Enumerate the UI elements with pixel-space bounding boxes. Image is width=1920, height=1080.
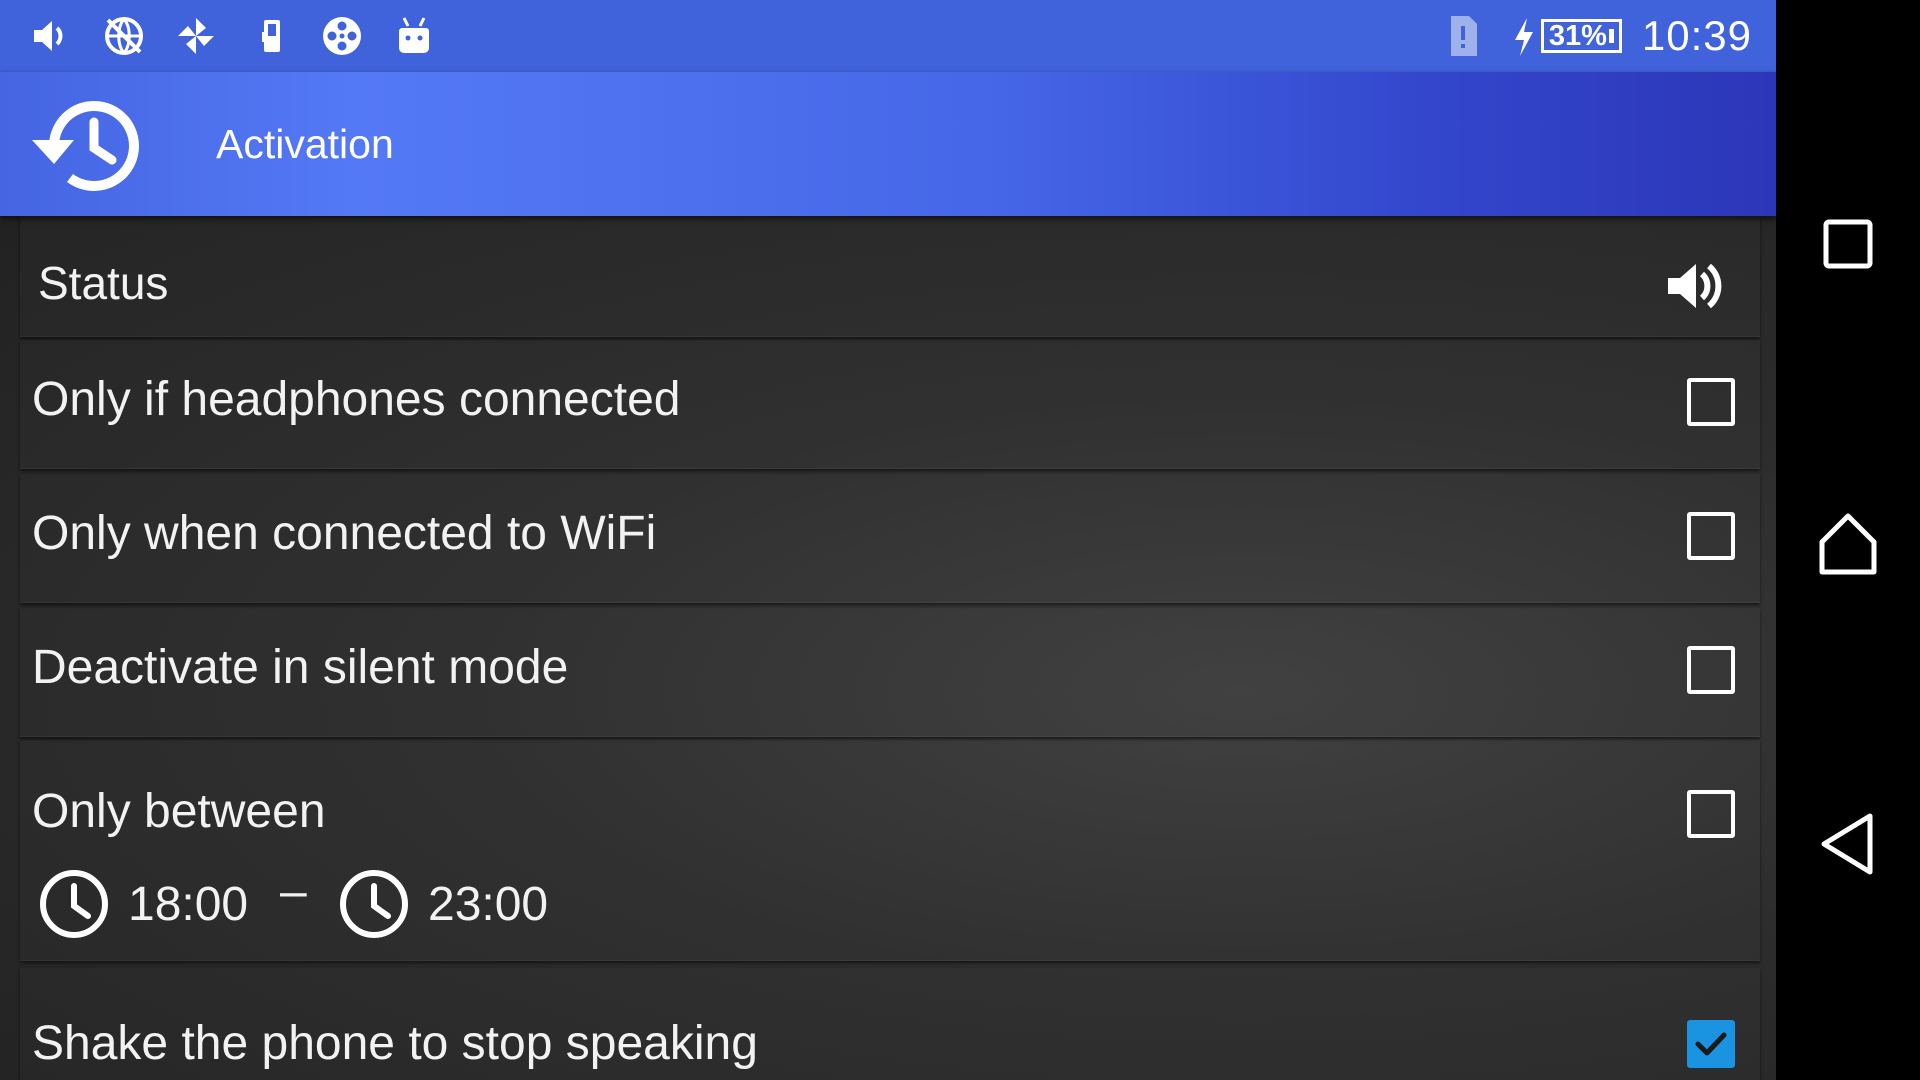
charging-bolt-icon bbox=[1509, 12, 1537, 60]
headphones-checkbox[interactable] bbox=[1687, 378, 1735, 426]
end-time-picker[interactable]: 23:00 bbox=[338, 868, 548, 940]
option-label: Shake the phone to stop speaking bbox=[32, 1017, 758, 1070]
silent-mode-checkbox[interactable] bbox=[1687, 646, 1735, 694]
phone-battery-icon bbox=[248, 12, 296, 60]
list-item-headphones[interactable]: Only if headphones connected bbox=[20, 340, 1760, 469]
clock-icon bbox=[338, 868, 410, 940]
option-label: Only when connected to WiFi bbox=[32, 507, 657, 560]
sim-alert-icon bbox=[1439, 12, 1487, 60]
option-label: Only between bbox=[32, 785, 326, 838]
battery-percent: 31% bbox=[1548, 19, 1607, 52]
only-between-checkbox[interactable] bbox=[1687, 790, 1735, 838]
battery-indicator: 31% bbox=[1540, 19, 1622, 53]
android-icon bbox=[390, 12, 438, 60]
list-item-wifi[interactable]: Only when connected to WiFi bbox=[20, 474, 1760, 603]
volume-icon[interactable] bbox=[1662, 254, 1726, 318]
screen: 31% 10:39 Activation Status Only if head… bbox=[0, 0, 1920, 1080]
list-item-shake[interactable]: Shake the phone to stop speaking bbox=[20, 968, 1760, 1080]
back-triangle-icon[interactable] bbox=[1812, 808, 1884, 880]
globe-off-icon bbox=[100, 12, 148, 60]
wifi-checkbox[interactable] bbox=[1687, 512, 1735, 560]
settings-list: Status Only if headphones connected Only… bbox=[0, 216, 1776, 1080]
option-label: Deactivate in silent mode bbox=[32, 641, 569, 694]
clock: 10:39 bbox=[1641, 12, 1752, 59]
volume-icon bbox=[28, 12, 76, 60]
history-icon[interactable] bbox=[24, 92, 140, 198]
shake-checkbox[interactable] bbox=[1687, 1020, 1735, 1068]
status-bar-right: 31% 10:39 bbox=[1439, 0, 1752, 72]
battery-nub bbox=[1608, 29, 1614, 43]
checkmark-icon bbox=[1695, 1032, 1727, 1056]
app-bar: Activation bbox=[0, 72, 1776, 216]
time-separator: – bbox=[280, 865, 307, 918]
pinwheel-icon bbox=[172, 12, 220, 60]
option-label: Only if headphones connected bbox=[32, 373, 681, 426]
home-icon[interactable] bbox=[1812, 508, 1884, 580]
status-row[interactable]: Status bbox=[20, 216, 1760, 337]
navigation-bar bbox=[1776, 0, 1920, 1080]
start-time-picker[interactable]: 18:00 bbox=[38, 868, 248, 940]
status-bar: 31% 10:39 bbox=[0, 0, 1776, 72]
start-time: 18:00 bbox=[128, 877, 249, 931]
end-time: 23:00 bbox=[428, 877, 549, 931]
page-title: Activation bbox=[216, 121, 394, 167]
film-reel-icon bbox=[318, 12, 366, 60]
recents-square-icon[interactable] bbox=[1812, 208, 1884, 280]
status-label: Status bbox=[38, 257, 169, 309]
clock-icon bbox=[38, 868, 110, 940]
list-item-silent-mode[interactable]: Deactivate in silent mode bbox=[20, 608, 1760, 737]
list-item-only-between[interactable]: Only between bbox=[20, 740, 1760, 961]
